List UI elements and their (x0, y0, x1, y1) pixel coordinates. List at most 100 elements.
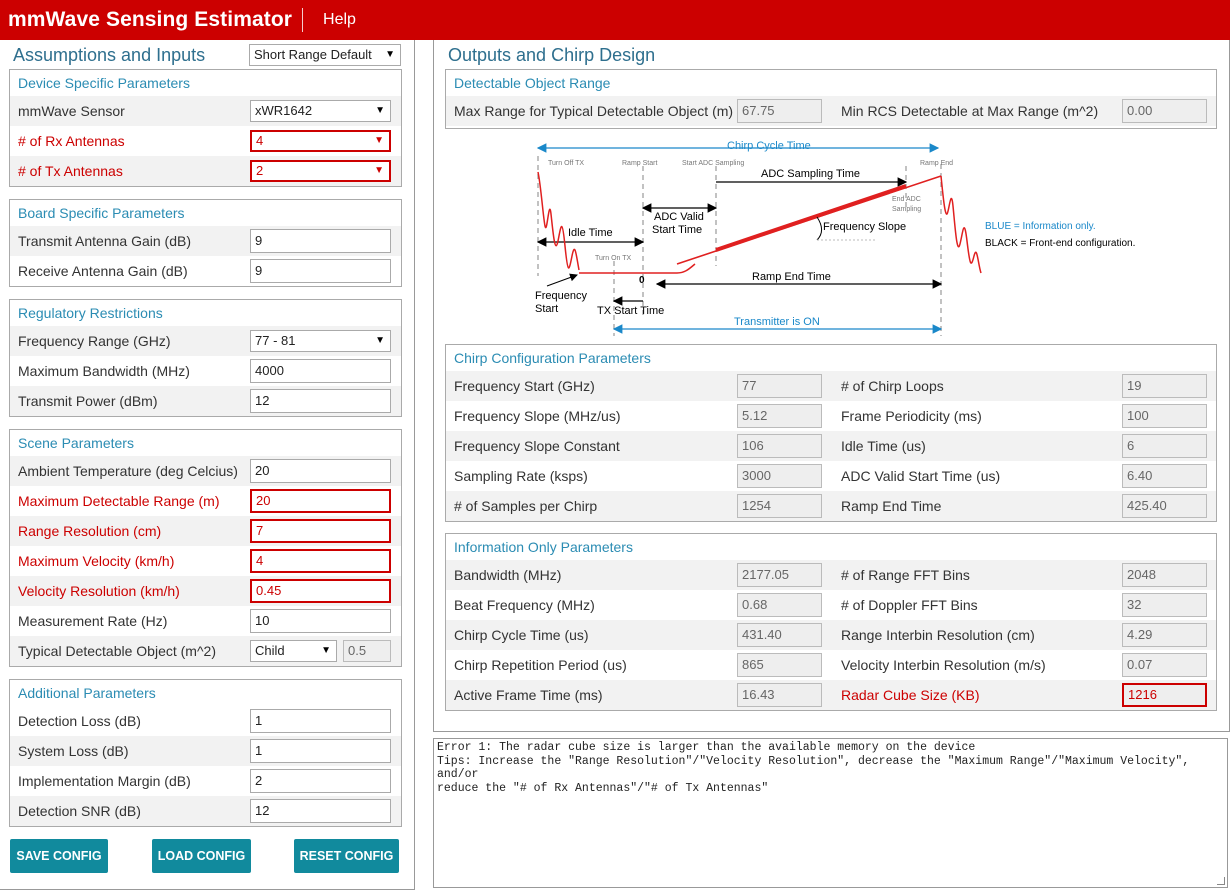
board-section: Board Specific Parameters Transmit Anten… (9, 199, 402, 287)
sys-loss-label: System Loss (dB) (18, 743, 129, 759)
app-header: mmWave Sensing Estimator Help (0, 0, 1230, 40)
error-messages[interactable]: Error 1: The radar cube size is larger t… (433, 738, 1228, 888)
param-label: Beat Frequency (MHz) (454, 597, 595, 613)
preset-select[interactable]: Short Range Default ▼ (249, 44, 401, 66)
temp-label: Ambient Temperature (deg Celcius) (18, 463, 238, 479)
turn-off-tx-label: Turn Off TX (548, 160, 584, 167)
bw-label: Maximum Bandwidth (MHz) (18, 363, 190, 379)
scene-section: Scene Parameters Ambient Temperature (de… (9, 429, 402, 667)
sensor-select[interactable]: xWR1642 ▼ (250, 100, 391, 122)
assumptions-title: Assumptions and Inputs (13, 45, 206, 65)
param-label: Chirp Repetition Period (us) (454, 657, 627, 673)
chevron-down-icon: ▼ (385, 49, 395, 60)
rx-select[interactable]: 4 ▼ (250, 130, 391, 152)
rx-row: # of Rx Antennas 4 ▼ (10, 126, 401, 156)
sys-loss-row: System Loss (dB) 1 (10, 736, 401, 766)
freq-value: 77 - 81 (255, 333, 296, 348)
param-value-field: 431.40 (737, 623, 822, 647)
min-rcs-label: Min RCS Detectable at Max Range (m^2) (841, 103, 1099, 119)
param-row: Bandwidth (MHz) 2177.05 # of Range FFT Bin… (446, 560, 1216, 590)
board-section-title: Board Specific Parameters (18, 205, 185, 221)
sensor-label: mmWave Sensor (18, 103, 125, 119)
rx-gain-input[interactable]: 9 (250, 259, 391, 283)
param-row: # of Samples per Chirp 1254 Ramp End Time 4… (446, 491, 1216, 521)
param-label: Frequency Start (GHz) (454, 378, 595, 394)
sys-loss-input[interactable]: 1 (250, 739, 391, 763)
param-label: Velocity Interbin Resolution (m/s) (841, 657, 1046, 673)
save-config-button[interactable]: SAVE CONFIG (10, 839, 108, 873)
resize-grip-icon[interactable] (1217, 877, 1225, 885)
adc-valid-label-2: Start Time (652, 224, 702, 236)
adc-sampling-label: ADC Sampling Time (761, 168, 860, 180)
legend-black: BLACK = Front-end configuration. (985, 238, 1135, 249)
object-label: Typical Detectable Object (m^2) (18, 643, 216, 659)
freq-select[interactable]: 77 - 81 ▼ (250, 330, 391, 352)
chirp-timing-diagram: Chirp Cycle Time Turn Off TX Ramp Start … (535, 140, 1135, 336)
zero-label: 0 (639, 275, 645, 286)
bw-row: Maximum Bandwidth (MHz) 4000 (10, 356, 401, 386)
object-select[interactable]: Child ▼ (250, 640, 337, 662)
additional-section: Additional Parameters Detection Loss (dB… (9, 679, 402, 827)
tx-on-label: Transmitter is ON (734, 316, 820, 328)
temp-row: Ambient Temperature (deg Celcius) 20 (10, 456, 401, 486)
param-row: Sampling Rate (ksps) 3000 ADC Valid Start … (446, 461, 1216, 491)
param-value-field: 1254 (737, 494, 822, 518)
param-label: # of Doppler FFT Bins (841, 597, 978, 613)
snr-input[interactable]: 12 (250, 799, 391, 823)
rx-label: # of Rx Antennas (18, 133, 125, 149)
param-label: Chirp Cycle Time (us) (454, 627, 589, 643)
tx-select[interactable]: 2 ▼ (250, 160, 391, 182)
tx-row: # of Tx Antennas 2 ▼ (10, 156, 401, 186)
param-value-field: 19 (1122, 374, 1207, 398)
legend-blue: BLUE = Information only. (985, 221, 1096, 232)
velocity-input[interactable]: 4 (250, 549, 391, 573)
chevron-down-icon: ▼ (375, 335, 385, 346)
rate-row: Measurement Rate (Hz) 10 (10, 606, 401, 636)
range-res-input[interactable]: 7 (250, 519, 391, 543)
param-value-field: 2177.05 (737, 563, 822, 587)
info-section-title: Information Only Parameters (454, 539, 633, 555)
velocity-row: Maximum Velocity (km/h) 4 (10, 546, 401, 576)
min-rcs-field: 0.00 (1122, 99, 1207, 123)
rx-gain-label: Receive Antenna Gain (dB) (18, 263, 188, 279)
impl-input[interactable]: 2 (250, 769, 391, 793)
range-input[interactable]: 20 (250, 489, 391, 513)
adc-valid-label-1: ADC Valid (654, 211, 704, 223)
param-value-field: 2048 (1122, 563, 1207, 587)
det-loss-label: Detection Loss (dB) (18, 713, 141, 729)
param-label: # of Chirp Loops (841, 378, 944, 394)
ramp-end-time-label: Ramp End Time (752, 271, 831, 283)
param-label: Frequency Slope Constant (454, 438, 620, 454)
tx-gain-label: Transmit Antenna Gain (dB) (18, 233, 192, 249)
temp-input[interactable]: 20 (250, 459, 391, 483)
param-row: Active Frame Time (ms) 16.43 Radar Cube Si… (446, 680, 1216, 710)
param-label: Frequency Slope (MHz/us) (454, 408, 621, 424)
app-title: mmWave Sensing Estimator (8, 8, 293, 31)
rate-input[interactable]: 10 (250, 609, 391, 633)
param-value-field: 0.68 (737, 593, 822, 617)
velocity-res-input[interactable]: 0.45 (250, 579, 391, 603)
help-menu[interactable]: Help (323, 11, 356, 29)
tx-gain-input[interactable]: 9 (250, 229, 391, 253)
param-row: Frequency Slope (MHz/us) 5.12 Frame Period… (446, 401, 1216, 431)
param-label: # of Range FFT Bins (841, 567, 970, 583)
chevron-down-icon: ▼ (374, 135, 384, 146)
ramp-end-label: Ramp End (920, 160, 953, 167)
preset-value: Short Range Default (254, 47, 372, 62)
param-label: Radar Cube Size (KB) (841, 687, 980, 703)
param-label: ADC Valid Start Time (us) (841, 468, 1001, 484)
freq-label: Frequency Range (GHz) (18, 333, 171, 349)
param-value-field: 6.40 (1122, 464, 1207, 488)
reset-config-button[interactable]: RESET CONFIG (294, 839, 399, 873)
freq-start-label-2: Start (535, 303, 558, 315)
power-input[interactable]: 12 (250, 389, 391, 413)
det-loss-input[interactable]: 1 (250, 709, 391, 733)
scene-section-title: Scene Parameters (18, 435, 134, 451)
max-range-field: 67.75 (737, 99, 822, 123)
error-line-3: reduce the "# of Rx Antennas"/"# of Tx A… (437, 781, 769, 795)
chirp-section: Chirp Configuration Parameters Frequency… (445, 344, 1217, 522)
load-config-button[interactable]: LOAD CONFIG (152, 839, 251, 873)
bw-input[interactable]: 4000 (250, 359, 391, 383)
error-line-1: Error 1: The radar cube size is larger t… (437, 741, 976, 754)
param-value-field: 4.29 (1122, 623, 1207, 647)
